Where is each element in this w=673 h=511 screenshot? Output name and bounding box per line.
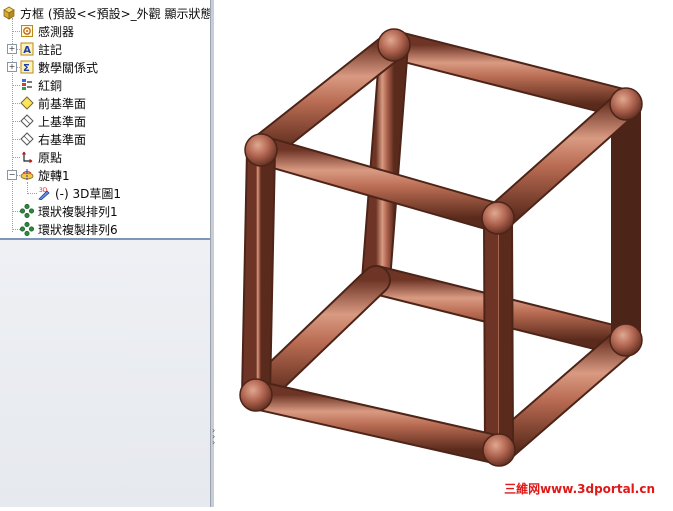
tree-item-label: 原點 bbox=[38, 150, 63, 165]
svg-text:A: A bbox=[23, 45, 31, 56]
tree-item-label: 數學關係式 bbox=[38, 60, 99, 75]
svg-text:Σ: Σ bbox=[23, 63, 30, 74]
tree-item-sensors[interactable]: 感測器 bbox=[20, 22, 74, 40]
collapse-toggle-revolve[interactable]: − bbox=[7, 170, 17, 180]
expand-toggle-annotations[interactable]: + bbox=[7, 44, 17, 54]
circular-pattern-icon bbox=[20, 222, 34, 236]
tree-item-annotations[interactable]: A 註記 bbox=[20, 40, 62, 58]
tree-item-label: 旋轉1 bbox=[38, 168, 70, 183]
graphics-viewport[interactable] bbox=[216, 0, 673, 507]
revolve-icon bbox=[20, 168, 34, 182]
tree-item-circular-pattern-1[interactable]: 環狀複製排列1 bbox=[20, 202, 118, 220]
tree-item-label: 環狀複製排列1 bbox=[38, 204, 118, 219]
tree-item-top-plane[interactable]: 上基準面 bbox=[20, 112, 86, 130]
equation-icon: Σ bbox=[20, 60, 34, 74]
plane-icon bbox=[20, 96, 34, 110]
tree-item-label: 上基準面 bbox=[38, 114, 87, 129]
tree-item-revolve[interactable]: 旋轉1 bbox=[20, 166, 70, 184]
tree-item-material[interactable]: 紅銅 bbox=[20, 76, 62, 94]
origin-icon bbox=[20, 150, 34, 164]
material-icon bbox=[20, 78, 34, 92]
circular-pattern-icon bbox=[20, 204, 34, 218]
tree-item-origin[interactable]: 原點 bbox=[20, 148, 62, 166]
tree-separator bbox=[0, 238, 210, 240]
tree-root-part[interactable]: 方框 (預設<<預設>_外觀 顯示狀態 bbox=[2, 4, 210, 22]
tree-root-label: 方框 (預設<<預設>_外觀 顯示狀態 bbox=[20, 6, 210, 21]
tree-item-label: 環狀複製排列6 bbox=[38, 222, 118, 237]
annotation-icon: A bbox=[20, 42, 34, 56]
sketch-3d-badge: 3D bbox=[39, 187, 48, 194]
tree-item-equations[interactable]: Σ 數學關係式 bbox=[20, 58, 98, 76]
copper-cube-frame-model bbox=[239, 28, 643, 467]
expand-toggle-equations[interactable]: + bbox=[7, 62, 17, 72]
tree-item-right-plane[interactable]: 右基準面 bbox=[20, 130, 86, 148]
tree-item-label: 註記 bbox=[38, 42, 63, 57]
tree-item-label: (-) 3D草圖1 bbox=[55, 186, 122, 201]
tree-item-label: 前基準面 bbox=[38, 96, 87, 111]
feature-manager-tree: + + − 方框 (預設<<預設>_外觀 顯示狀態 感測器 A 註記 Σ 數學關… bbox=[0, 0, 210, 507]
3d-sketch-icon: 3D bbox=[37, 186, 51, 200]
tree-item-label: 感測器 bbox=[38, 24, 75, 39]
tree-item-label: 右基準面 bbox=[38, 132, 87, 147]
tree-item-circular-pattern-6[interactable]: 環狀複製排列6 bbox=[20, 220, 118, 238]
tree-item-3d-sketch[interactable]: 3D (-) 3D草圖1 bbox=[37, 184, 121, 202]
tree-item-label: 紅銅 bbox=[38, 78, 63, 93]
tree-empty-area bbox=[0, 240, 210, 507]
plane-icon bbox=[20, 132, 34, 146]
plane-icon bbox=[20, 114, 34, 128]
watermark-text: 三維网www.3dportal.cn bbox=[504, 482, 655, 496]
tree-item-front-plane[interactable]: 前基準面 bbox=[20, 94, 86, 112]
sensor-icon bbox=[20, 24, 34, 38]
part-icon bbox=[2, 6, 16, 20]
